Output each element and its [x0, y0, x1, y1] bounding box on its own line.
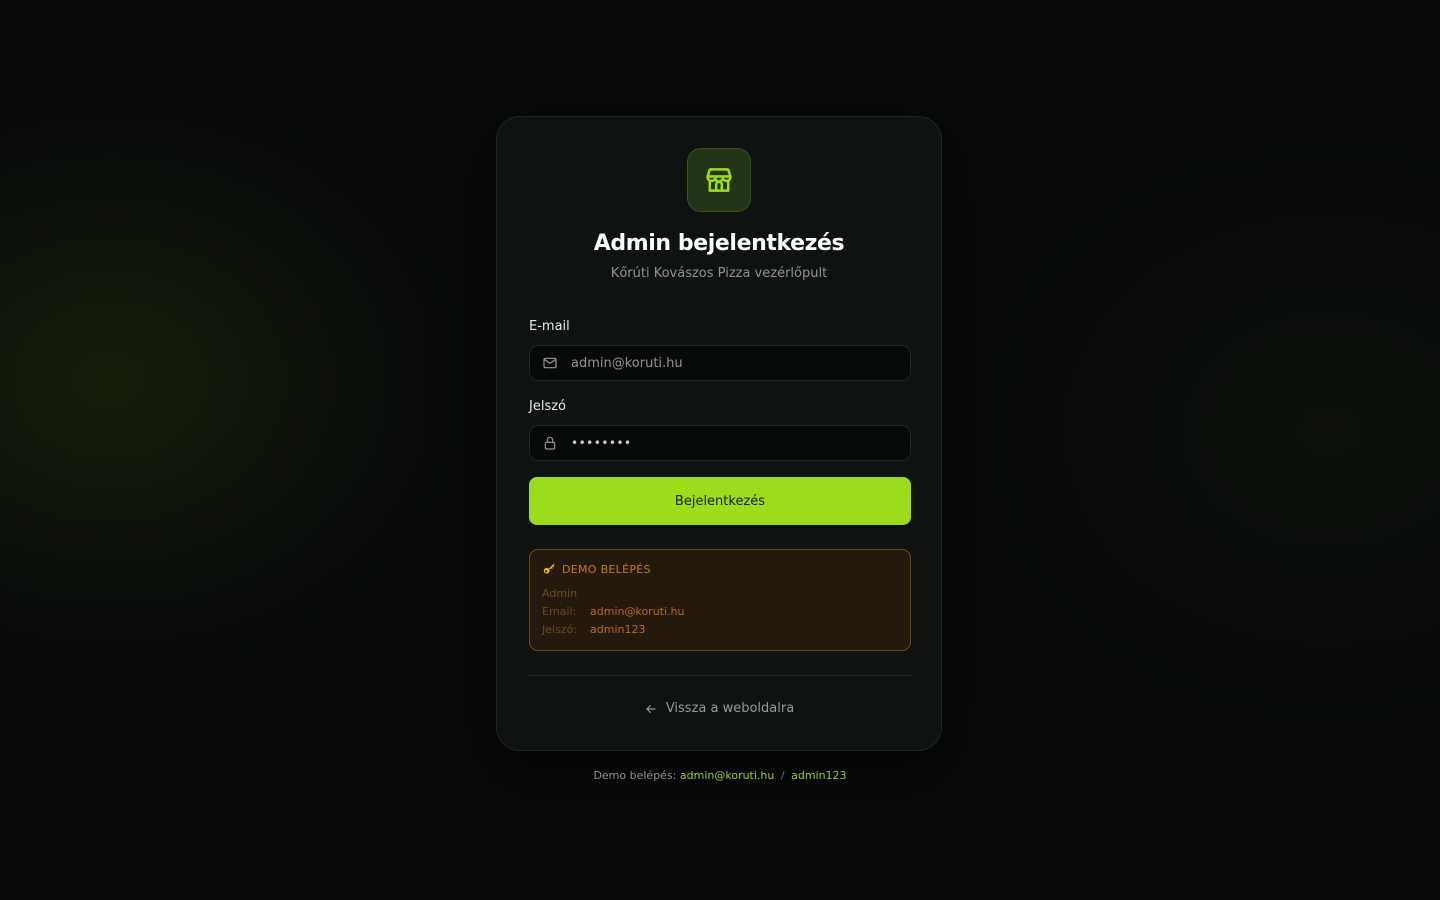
login-button[interactable]: Bejelentkezés [529, 477, 911, 525]
demo-credentials-box: DEMO BELÉPÉS Admin Email: admin@koruti.h… [529, 549, 911, 651]
lock-icon [542, 435, 558, 451]
password-field[interactable]: •••••••• [529, 425, 911, 461]
store-icon [706, 168, 732, 192]
demo-role: Admin [542, 587, 578, 600]
back-to-website-link[interactable]: Vissza a weboldalra [497, 701, 941, 716]
page-subtitle: Kőrúti Kovászos Pizza vezérlőpult [610, 266, 828, 281]
footer-password: admin123 [791, 769, 847, 782]
store-logo [687, 148, 751, 212]
key-icon [542, 562, 556, 576]
password-input-value[interactable]: •••••••• [571, 436, 632, 450]
footer-separator: / [780, 769, 785, 782]
demo-email-row: Email: admin@koruti.hu [542, 605, 684, 618]
divider [529, 675, 911, 676]
demo-heading: DEMO BELÉPÉS [542, 562, 651, 576]
demo-footer: Demo belépés: admin@koruti.hu / admin123 [0, 769, 1440, 782]
email-field[interactable]: admin@koruti.hu [529, 345, 911, 381]
demo-password-row: Jelszó: admin123 [542, 623, 645, 636]
password-label: Jelszó [529, 399, 566, 414]
back-link-label[interactable]: Vissza a weboldalra [666, 701, 794, 716]
mail-icon [542, 355, 558, 371]
demo-password-value: admin123 [590, 623, 646, 636]
footer-email: admin@koruti.hu [679, 769, 775, 782]
email-label: E-mail [529, 319, 570, 334]
demo-email-value: admin@koruti.hu [590, 605, 685, 618]
demo-email-key: Email: [542, 605, 577, 618]
demo-password-key: Jelszó: [542, 623, 578, 636]
email-input-placeholder[interactable]: admin@koruti.hu [571, 356, 683, 371]
footer-prefix: Demo belépés: [593, 769, 677, 782]
arrow-left-icon [644, 702, 658, 716]
page-title: Admin bejelentkezés [593, 231, 845, 256]
login-card: Admin bejelentkezés Kőrúti Kovászos Pizz… [496, 116, 942, 751]
demo-heading-text: DEMO BELÉPÉS [562, 562, 651, 576]
